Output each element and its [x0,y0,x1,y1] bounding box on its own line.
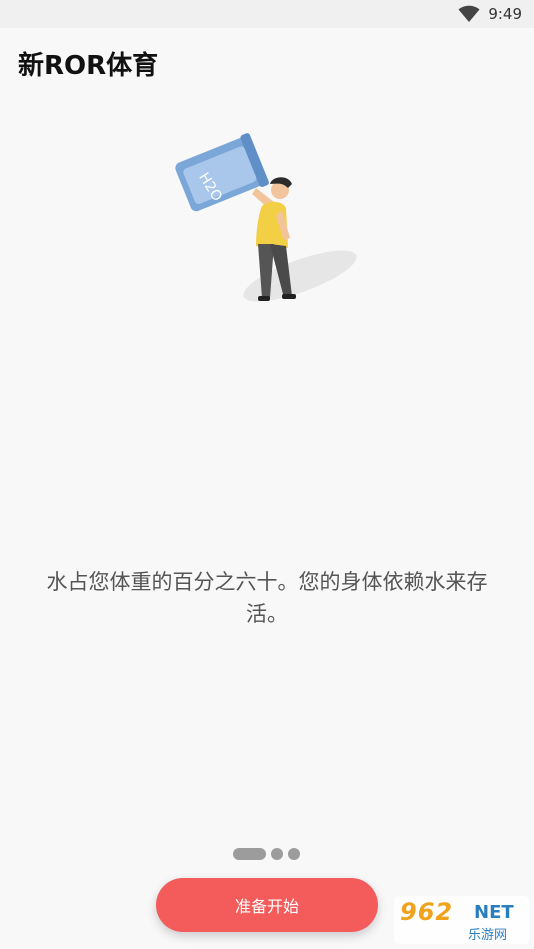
watermark-subtitle: 乐游网 [468,928,508,943]
page-indicator-dot-active [233,848,266,860]
wifi-icon [458,5,480,22]
page-title: 新ROR体育 [18,51,159,81]
person-drinking-water-illustration: H2O [175,133,357,302]
page-indicator [233,847,300,861]
watermark-brand: 962 [400,898,454,926]
page-indicator-dot [271,848,283,860]
site-watermark: 962 NET 乐游网 [394,896,530,944]
page-indicator-dot [288,848,300,860]
status-time: 9:49 [488,5,522,23]
status-bar: 9:49 [0,0,534,28]
watermark-suffix: NET [474,902,514,923]
onboarding-message: 水占您体重的百分之六十。您的身体依赖水来存活。 [46,570,488,626]
start-button[interactable]: 准备开始 [156,878,378,932]
status-icons: 9:49 [458,4,522,24]
